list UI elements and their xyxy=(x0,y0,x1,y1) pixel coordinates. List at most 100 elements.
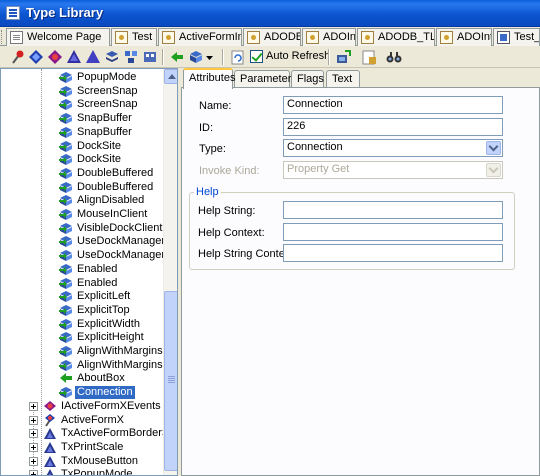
property-icon xyxy=(59,153,73,166)
type-select[interactable]: Connection xyxy=(283,139,503,157)
expand-icon[interactable] xyxy=(29,443,38,452)
grip-handle xyxy=(1,30,4,44)
new-method-icon[interactable] xyxy=(168,48,186,66)
tree-item-label: ExplicitLeft xyxy=(77,290,131,302)
new-property-icon[interactable] xyxy=(187,48,205,66)
invoke-kind-label: Invoke Kind: xyxy=(199,165,260,177)
expand-icon[interactable] xyxy=(29,416,38,425)
help-string-field[interactable] xyxy=(283,201,503,219)
tab-attributes[interactable]: Attributes xyxy=(183,68,236,89)
tree-item-label: SnapBuffer xyxy=(77,112,132,124)
tree-item-label: UseDockManager xyxy=(77,235,166,247)
refresh-icon[interactable] xyxy=(229,48,247,66)
tree-item-label: AlignWithMargins xyxy=(77,359,163,371)
new-interface-icon[interactable] xyxy=(8,48,26,66)
help-string-label: Help String: xyxy=(198,205,256,217)
method-icon xyxy=(59,372,73,385)
dispinterface-icon xyxy=(43,400,57,413)
tab-parameters[interactable]: Parameters xyxy=(234,70,297,88)
property-icon xyxy=(59,98,73,111)
tab-text[interactable]: Text xyxy=(326,70,360,88)
register-icon[interactable] xyxy=(335,48,353,66)
tree-item-label: AboutBox xyxy=(77,372,125,384)
tab-adodb-tlb[interactable]: ADODB_TLB xyxy=(357,28,435,46)
expand-icon[interactable] xyxy=(29,402,38,411)
chevron-down-icon[interactable] xyxy=(486,141,501,155)
scroll-thumb[interactable] xyxy=(164,291,177,471)
tree-item-label: Connection xyxy=(75,386,135,399)
page-icon xyxy=(10,31,23,44)
tree-item-label: ExplicitHeight xyxy=(77,331,144,343)
name-field[interactable]: Connection xyxy=(283,96,503,114)
new-dispinterface-icon[interactable] xyxy=(27,48,45,66)
new-coclass-icon[interactable] xyxy=(46,48,64,66)
scroll-up-button[interactable] xyxy=(164,69,177,84)
property-icon xyxy=(59,181,73,194)
tab-label: ADOInt xyxy=(457,31,492,43)
help-string-context-field[interactable] xyxy=(283,244,503,262)
unit-icon xyxy=(440,31,453,44)
expand-icon[interactable] xyxy=(29,429,38,438)
tree-item-label: IActiveFormXEvents xyxy=(61,400,161,412)
unit-icon xyxy=(162,31,175,44)
tab-flags[interactable]: Flags xyxy=(291,70,324,88)
tab-adoint[interactable]: ADOInt xyxy=(302,28,356,46)
property-icon xyxy=(59,277,73,290)
unit-icon xyxy=(361,31,374,44)
pascal-file-icon xyxy=(497,31,510,44)
invoke-kind-value: Property Get xyxy=(287,163,350,175)
tab-label: ADODB xyxy=(264,31,301,43)
tree-item-label: TxPrintScale xyxy=(61,441,124,453)
id-field[interactable]: 226 xyxy=(283,118,503,136)
new-alias-icon[interactable] xyxy=(84,48,102,66)
tree-item-label: PopupMode xyxy=(77,71,137,83)
tree-item-label: DockSite xyxy=(77,140,122,152)
find-icon[interactable] xyxy=(385,48,403,66)
tree-item-label: TxActiveFormBorderStyle xyxy=(61,427,178,439)
new-union-icon[interactable] xyxy=(122,48,140,66)
new-enum-icon[interactable] xyxy=(65,48,83,66)
coclass-icon xyxy=(43,414,57,427)
tree-item-label: ScreenSnap xyxy=(77,85,138,97)
tree-item-label: ExplicitWidth xyxy=(77,318,140,330)
property-icon xyxy=(59,249,73,262)
enum-icon xyxy=(43,455,57,468)
property-icon xyxy=(59,304,73,317)
property-icon xyxy=(59,235,73,248)
tree-item-label: ActiveFormX xyxy=(61,414,124,426)
tab-test-tlb-pas[interactable]: Test_TLB.pas xyxy=(493,28,540,46)
expand-icon[interactable] xyxy=(29,457,38,466)
tab-label: ADODB_TLB xyxy=(378,31,434,43)
new-record-icon[interactable] xyxy=(103,48,121,66)
tab-label: Test_TLB.pas xyxy=(514,31,540,43)
auto-refresh-checkbox[interactable] xyxy=(250,50,263,63)
tree-item-label: DoubleBuffered xyxy=(77,167,154,179)
tree-scrollbar[interactable] xyxy=(163,69,177,475)
tab-label: Attributes xyxy=(189,72,236,84)
property-icon xyxy=(59,359,73,372)
tab-label: Welcome Page xyxy=(27,31,102,43)
page-tabs: Attributes Parameters Flags Text xyxy=(181,68,540,89)
export-icon[interactable] xyxy=(360,48,378,66)
tab-label: ADOInt xyxy=(323,31,356,43)
expand-icon[interactable] xyxy=(29,470,38,475)
tab-activeformimpl[interactable]: ActiveFormImpl xyxy=(158,28,242,46)
tree-item-label: Enabled xyxy=(77,277,118,289)
tab-label: Flags xyxy=(297,73,324,85)
chevron-down-icon[interactable] xyxy=(204,48,216,66)
tree-item-label: UseDockManager xyxy=(77,249,166,261)
type-label: Type: xyxy=(199,143,226,155)
type-library-tree[interactable]: PopupMode ScreenSnap ScreenSnap SnapBuffer S… xyxy=(0,68,178,476)
help-context-label: Help Context: xyxy=(198,227,265,239)
property-icon xyxy=(59,112,73,125)
tab-test[interactable]: Test xyxy=(111,28,157,46)
invoke-kind-select: Property Get xyxy=(283,161,503,179)
tab-adoint-2[interactable]: ADOInt xyxy=(436,28,492,46)
tab-adodb[interactable]: ADODB xyxy=(243,28,301,46)
help-context-field[interactable] xyxy=(283,223,503,241)
toolbar-separator xyxy=(328,49,330,65)
unit-icon xyxy=(247,31,260,44)
property-icon xyxy=(59,85,73,98)
tab-welcome-page[interactable]: Welcome Page xyxy=(6,28,110,46)
new-module-icon[interactable] xyxy=(141,48,159,66)
